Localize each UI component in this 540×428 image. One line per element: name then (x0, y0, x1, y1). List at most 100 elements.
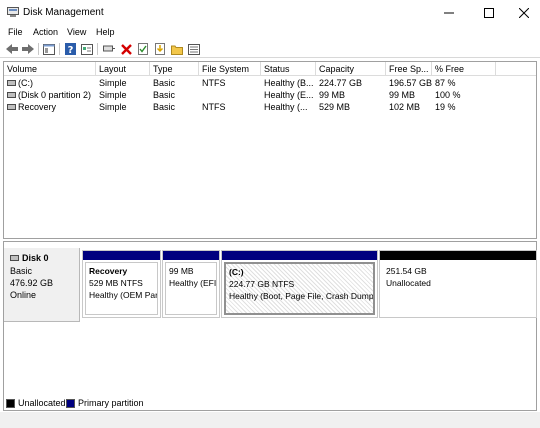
title-bar: Disk Management (0, 0, 540, 25)
partition-size: 529 MB NTFS (89, 278, 143, 288)
volume-icon (7, 92, 16, 98)
disk-header[interactable]: Disk 0 Basic 476.92 GB Online (4, 248, 80, 322)
column-free-space[interactable]: Free Sp... (386, 62, 432, 76)
volume-layout: Simple (99, 78, 127, 88)
folder-button[interactable] (170, 42, 184, 56)
volume-name: Recovery (18, 102, 57, 112)
volume-file-system (199, 89, 261, 101)
volume-name: (Disk 0 partition 2) (18, 90, 92, 100)
volume-capacity: 99 MB (319, 90, 346, 100)
column-volume[interactable]: Volume (4, 62, 96, 76)
partition-size: 224.77 GB NTFS (229, 279, 295, 289)
volume-layout: Simple (99, 90, 127, 100)
volume-icon (7, 80, 16, 86)
volume-status: Healthy (... (264, 102, 308, 112)
volume-free-space: 102 MB (389, 102, 421, 112)
volume-type: Basic (153, 78, 176, 88)
selected-partition-hatch: (C:) 224.77 GB NTFS Healthy (Boot, Page … (224, 262, 375, 315)
import-icon (154, 43, 165, 55)
maximize-button[interactable] (474, 0, 504, 25)
partition-efi[interactable]: 99 MB Healthy (EFI (162, 250, 220, 318)
partition-status: Healthy (OEM Par (89, 290, 158, 300)
volume-percent-free: 87 % (435, 78, 456, 88)
check-button[interactable] (136, 42, 150, 56)
svg-text:?: ? (67, 45, 73, 55)
volume-layout: Simple (99, 102, 127, 112)
window-title: Disk Management (23, 7, 104, 18)
volume-icon (7, 104, 16, 110)
partition-c-drive[interactable]: (C:) 224.77 GB NTFS Healthy (Boot, Page … (221, 250, 378, 318)
console-tree-icon (43, 43, 55, 55)
check-icon (137, 43, 148, 55)
volume-status: Healthy (B... (264, 78, 314, 88)
minimize-button[interactable] (434, 0, 464, 25)
delete-button[interactable] (119, 42, 133, 56)
toolbar-separator (38, 43, 39, 55)
forward-button[interactable] (21, 42, 35, 56)
volume-type: Basic (153, 102, 176, 112)
volume-list[interactable]: Volume Layout Type File System Status Ca… (3, 61, 537, 239)
column-file-system[interactable]: File System (199, 62, 261, 76)
partition-type-bar (380, 251, 536, 260)
volume-file-system: NTFS (202, 78, 226, 88)
close-button[interactable] (509, 0, 539, 25)
partition-type-bar (163, 251, 219, 260)
partition-name: Recovery (89, 266, 128, 276)
column-capacity[interactable]: Capacity (316, 62, 386, 76)
volume-row[interactable]: Recovery Simple Basic NTFS Healthy (... … (4, 101, 536, 113)
import-button[interactable] (153, 42, 167, 56)
help-icon: ? (64, 43, 76, 55)
partition-type-bar (83, 251, 160, 260)
menu-help[interactable]: Help (96, 27, 115, 37)
volume-name: (C:) (18, 78, 33, 88)
volume-free-space: 99 MB (389, 90, 416, 100)
column-layout[interactable]: Layout (96, 62, 150, 76)
properties-icon (81, 43, 93, 55)
partition-recovery[interactable]: Recovery 529 MB NTFS Healthy (OEM Par (82, 250, 161, 318)
partition-size: 99 MB (169, 266, 194, 276)
volume-row[interactable]: (Disk 0 partition 2) Simple Basic Health… (4, 89, 536, 101)
disk-management-icon (7, 7, 19, 17)
toolbar: ? (0, 40, 540, 58)
volume-file-system: NTFS (202, 102, 226, 112)
disk-size: 476.92 GB (10, 278, 54, 288)
disk-icon (10, 255, 19, 261)
console-tree-button[interactable] (42, 42, 56, 56)
disk-type: Basic (10, 266, 33, 276)
forward-arrow-icon (22, 44, 34, 54)
delete-icon (120, 43, 132, 55)
volume-percent-free: 100 % (435, 90, 461, 100)
back-button[interactable] (5, 42, 19, 56)
show-hide-button[interactable] (187, 42, 201, 56)
toolbar-separator (97, 43, 98, 55)
menu-bar: File Action View Help (0, 25, 540, 40)
maximize-icon (484, 7, 494, 18)
volume-status: Healthy (E... (264, 90, 314, 100)
partition-unallocated[interactable]: 251.54 GB Unallocated (379, 250, 537, 318)
show-hide-icon (188, 43, 200, 55)
properties-button[interactable] (80, 42, 94, 56)
legend-swatch-unallocated (6, 399, 15, 408)
legend-label-unallocated: Unallocated (18, 398, 66, 408)
volume-type: Basic (153, 90, 176, 100)
menu-action[interactable]: Action (33, 27, 58, 37)
volume-row[interactable]: (C:) Simple Basic NTFS Healthy (B... 224… (4, 77, 536, 89)
column-percent-free[interactable]: % Free (432, 62, 496, 76)
column-type[interactable]: Type (150, 62, 199, 76)
menu-view[interactable]: View (67, 27, 86, 37)
connect-button[interactable] (102, 42, 116, 56)
partition-status: Healthy (Boot, Page File, Crash Dump, (229, 291, 375, 301)
volume-list-header: Volume Layout Type File System Status Ca… (4, 62, 536, 76)
volume-free-space: 196.57 GB (389, 78, 432, 88)
help-button[interactable]: ? (63, 42, 77, 56)
toolbar-separator (59, 43, 60, 55)
folder-icon (171, 45, 183, 55)
menu-file[interactable]: File (8, 27, 23, 37)
partition-status: Healthy (EFI (169, 278, 217, 288)
status-bar (0, 412, 540, 428)
column-status[interactable]: Status (261, 62, 316, 76)
partition-type-bar (222, 251, 377, 260)
disk-name: Disk 0 (22, 253, 49, 263)
disk-status: Online (10, 290, 37, 300)
disk-map: Disk 0 Basic 476.92 GB Online Recovery 5… (3, 241, 537, 411)
